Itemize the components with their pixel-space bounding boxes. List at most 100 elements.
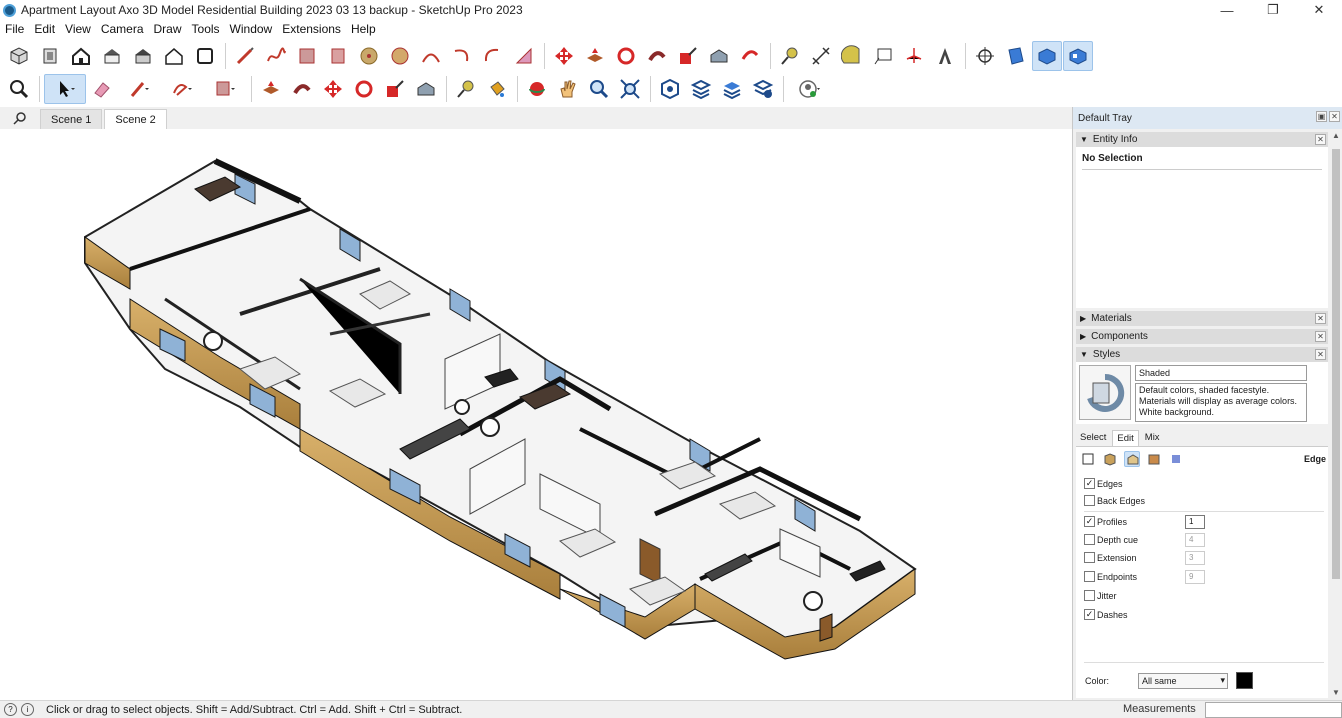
extension-warehouse-icon[interactable]: [686, 74, 716, 104]
paint-bucket-icon[interactable]: [482, 74, 512, 104]
depth-cue-option[interactable]: Depth cue: [1084, 534, 1138, 545]
section-plane-icon[interactable]: [970, 41, 1000, 71]
jitter-option[interactable]: Jitter: [1084, 590, 1117, 601]
profiles-checkbox[interactable]: ✓: [1084, 516, 1095, 527]
tray-scrollbar[interactable]: ▲ ▼: [1330, 131, 1342, 700]
display-section-fill-icon[interactable]: [1063, 41, 1093, 71]
menu-window[interactable]: Window: [225, 22, 278, 36]
endpoints-input[interactable]: 9: [1185, 570, 1205, 584]
tray-close-icon[interactable]: ✕: [1329, 111, 1340, 122]
flip-tool-icon[interactable]: [735, 41, 765, 71]
tape-measure-icon[interactable]: [451, 74, 481, 104]
profiles-width-input[interactable]: 1: [1185, 515, 1205, 529]
depth-cue-checkbox[interactable]: [1084, 534, 1095, 545]
circle-tool-icon[interactable]: [354, 41, 384, 71]
line-tool-icon[interactable]: [230, 41, 260, 71]
menu-camera[interactable]: Camera: [96, 22, 149, 36]
push-pull-icon[interactable]: [580, 41, 610, 71]
account-profile-icon[interactable]: [788, 74, 830, 104]
scroll-up-icon[interactable]: ▲: [1330, 131, 1342, 143]
profiles-option[interactable]: ✓ Profiles: [1084, 516, 1127, 527]
edges-checkbox[interactable]: ✓: [1084, 478, 1095, 489]
scale-tool-icon[interactable]: [673, 41, 703, 71]
jitter-checkbox[interactable]: [1084, 590, 1095, 601]
rotated-rectangle-icon[interactable]: [323, 41, 353, 71]
tab-select[interactable]: Select: [1076, 430, 1110, 446]
iso-view-icon[interactable]: [4, 41, 34, 71]
edge-color-swatch[interactable]: [1236, 672, 1254, 689]
line-dropdown-icon[interactable]: [118, 74, 160, 104]
menu-extensions[interactable]: Extensions: [277, 22, 346, 36]
bottom-view-icon[interactable]: [190, 41, 220, 71]
tape-measure-icon[interactable]: [775, 41, 805, 71]
edges-option[interactable]: ✓ Edges: [1084, 478, 1123, 489]
minimize-button[interactable]: —: [1204, 0, 1250, 20]
zoom-extents-icon[interactable]: [615, 74, 645, 104]
scale-tool-icon[interactable]: [380, 74, 410, 104]
panel-close-icon[interactable]: ✕: [1315, 349, 1326, 360]
style-description-field[interactable]: Default colors, shaded facestyle. Materi…: [1135, 383, 1307, 422]
3d-warehouse-icon[interactable]: [655, 74, 685, 104]
zoom-search-icon[interactable]: [4, 74, 34, 104]
follow-me-icon[interactable]: [642, 41, 672, 71]
front-view-icon[interactable]: [66, 41, 96, 71]
tab-scene-2[interactable]: Scene 2: [104, 109, 167, 129]
top-view-icon[interactable]: [35, 41, 65, 71]
back-edges-checkbox[interactable]: [1084, 495, 1095, 506]
3d-text-icon[interactable]: [930, 41, 960, 71]
style-name-field[interactable]: Shaded: [1135, 365, 1307, 381]
extension-checkbox[interactable]: [1084, 552, 1095, 563]
layout-send-icon[interactable]: [717, 74, 747, 104]
dashes-checkbox[interactable]: ✓: [1084, 609, 1095, 620]
edge-color-select[interactable]: All same: [1138, 672, 1229, 689]
pan-hand-icon[interactable]: [553, 74, 583, 104]
restore-button[interactable]: ❐: [1250, 0, 1296, 20]
dashes-option[interactable]: ✓ Dashes: [1084, 609, 1128, 620]
move-tool-icon[interactable]: [549, 41, 579, 71]
right-view-icon[interactable]: [97, 41, 127, 71]
background-settings-icon[interactable]: [1124, 451, 1140, 467]
watermark-settings-icon[interactable]: [1146, 451, 1162, 467]
menu-edit[interactable]: Edit: [29, 22, 60, 36]
menu-help[interactable]: Help: [346, 22, 381, 36]
entity-info-panel-header[interactable]: ▼ Entity Info ✕: [1076, 132, 1328, 147]
modeling-settings-icon[interactable]: [1168, 451, 1184, 467]
info-icon[interactable]: i: [21, 703, 34, 716]
axes-tool-icon[interactable]: [899, 41, 929, 71]
offset-tool-icon[interactable]: [411, 74, 441, 104]
display-section-cuts-icon[interactable]: [1032, 41, 1062, 71]
orbit-tool-icon[interactable]: [522, 74, 552, 104]
menu-draw[interactable]: Draw: [149, 22, 187, 36]
protractor-icon[interactable]: [837, 41, 867, 71]
dimension-tool-icon[interactable]: [806, 41, 836, 71]
scrollbar-thumb[interactable]: [1332, 149, 1340, 579]
tab-edit[interactable]: Edit: [1112, 430, 1139, 446]
back-view-icon[interactable]: [128, 41, 158, 71]
geo-location-icon[interactable]: ?: [4, 703, 17, 716]
model-viewport[interactable]: [0, 129, 1072, 700]
left-view-icon[interactable]: [159, 41, 189, 71]
panel-close-icon[interactable]: ✕: [1315, 313, 1326, 324]
arc-tool-icon[interactable]: [416, 41, 446, 71]
follow-me-icon[interactable]: [287, 74, 317, 104]
endpoints-option[interactable]: Endpoints: [1084, 571, 1137, 582]
move-tool-icon[interactable]: [318, 74, 348, 104]
rotate-tool-icon[interactable]: [611, 41, 641, 71]
text-tool-icon[interactable]: [868, 41, 898, 71]
shape-dropdown-icon[interactable]: [204, 74, 246, 104]
face-settings-icon[interactable]: [1102, 451, 1118, 467]
freehand-tool-icon[interactable]: [261, 41, 291, 71]
display-section-planes-icon[interactable]: [1001, 41, 1031, 71]
rotate-tool-icon[interactable]: [349, 74, 379, 104]
three-point-arc-icon[interactable]: [478, 41, 508, 71]
style-thumbnail-icon[interactable]: [1079, 365, 1131, 420]
menu-view[interactable]: View: [60, 22, 96, 36]
polygon-tool-icon[interactable]: [385, 41, 415, 71]
scroll-down-icon[interactable]: ▼: [1330, 688, 1342, 700]
panel-close-icon[interactable]: ✕: [1315, 134, 1326, 145]
pie-tool-icon[interactable]: [509, 41, 539, 71]
back-edges-option[interactable]: Back Edges: [1084, 495, 1145, 506]
rectangle-tool-icon[interactable]: [292, 41, 322, 71]
eraser-tool-icon[interactable]: [87, 74, 117, 104]
arc-dropdown-icon[interactable]: [161, 74, 203, 104]
